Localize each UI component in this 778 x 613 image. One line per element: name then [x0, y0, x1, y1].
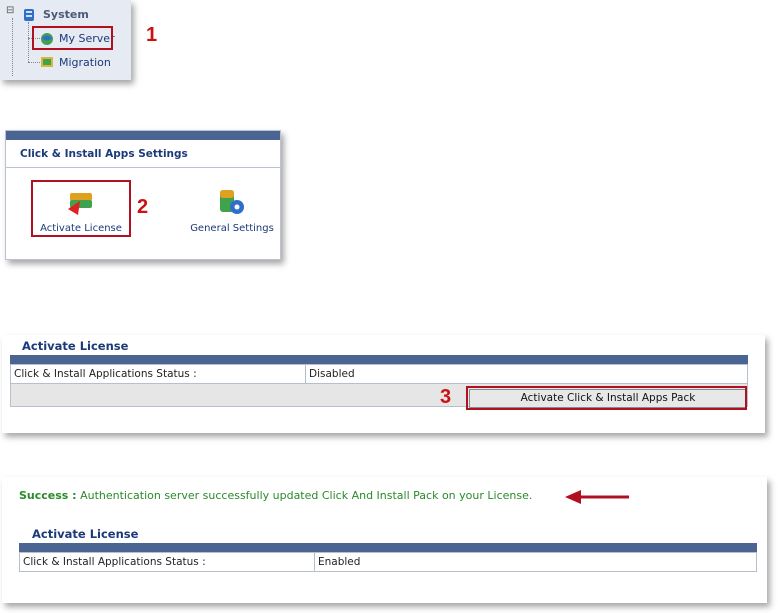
highlight-box — [466, 386, 747, 410]
activate-license-panel-before: Activate License Click & Install Applica… — [2, 335, 765, 433]
system-icon — [22, 7, 36, 26]
tree-root-label[interactable]: System — [43, 8, 89, 21]
tree-item-migration[interactable]: Migration — [59, 56, 111, 69]
general-settings-label: General Settings — [190, 223, 274, 234]
activate-license-title: Activate License — [32, 527, 139, 541]
license-status-table: Click & Install Applications Status : En… — [19, 552, 757, 572]
tree-connector — [28, 22, 29, 62]
apps-settings-heading: Click & Install Apps Settings — [20, 148, 188, 160]
success-text: Authentication server successfully updat… — [80, 489, 533, 502]
status-label-cell: Click & Install Applications Status : — [19, 552, 315, 572]
success-prefix: Success : — [19, 489, 77, 502]
navigation-tree-panel: ⊟ System My Server Migration — [0, 0, 131, 80]
status-value-cell: Disabled — [305, 364, 748, 384]
table-row: Click & Install Applications Status : Di… — [10, 364, 748, 384]
panel-header-bar — [6, 131, 280, 140]
table-row: Click & Install Applications Status : En… — [19, 552, 757, 572]
section-header-bar — [19, 543, 757, 552]
apps-settings-panel: Click & Install Apps Settings Activate L… — [5, 130, 282, 260]
divider — [6, 167, 282, 168]
activate-license-panel-after: Success : Authentication server successf… — [2, 477, 767, 603]
highlight-box — [31, 180, 131, 237]
success-message: Success : Authentication server successf… — [19, 489, 532, 502]
section-header-bar — [10, 355, 748, 364]
activate-license-title: Activate License — [22, 339, 129, 353]
migration-icon — [39, 54, 55, 73]
step-callout-3: 3 — [440, 386, 452, 408]
status-value-cell: Enabled — [314, 552, 757, 572]
step-callout-1: 1 — [146, 24, 158, 46]
tree-expander-icon[interactable]: ⊟ — [6, 5, 14, 16]
arrow-left-icon — [565, 489, 631, 508]
step-callout-2: 2 — [137, 196, 149, 218]
tree-connector — [12, 18, 13, 76]
highlight-box — [32, 26, 113, 50]
general-settings-button[interactable]: General Settings — [182, 181, 282, 237]
status-label-cell: Click & Install Applications Status : — [10, 364, 306, 384]
settings-icon — [216, 187, 246, 221]
